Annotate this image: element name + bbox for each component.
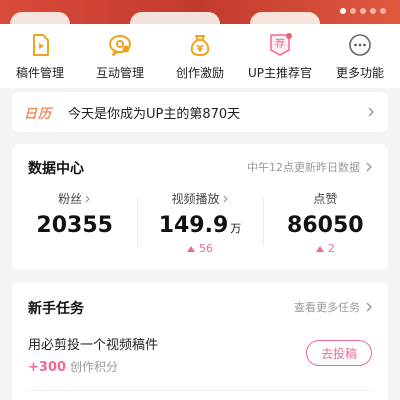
stat-followers[interactable]: 粉丝 20355 xyxy=(12,190,137,262)
stat-delta-value: 2 xyxy=(327,242,335,255)
banner-dot[interactable] xyxy=(340,8,346,14)
banner-pagination[interactable] xyxy=(340,8,386,14)
quick-action-label: 更多功能 xyxy=(335,66,384,80)
quick-action-label: 稿件管理 xyxy=(15,66,64,80)
stat-value-number: 86050 xyxy=(287,213,364,238)
stat-delta: 56 xyxy=(186,242,213,255)
banner-dot[interactable] xyxy=(350,8,356,14)
money-bag-icon xyxy=(187,32,213,58)
stat-label: 视频播放 xyxy=(171,190,228,207)
up-arrow-icon xyxy=(315,245,324,252)
data-center-title: 数据中心 xyxy=(28,161,84,177)
stat-label-text: 视频播放 xyxy=(171,192,220,206)
stats-row: 粉丝 20355 视频播放 149.9 万 56 点赞 86050 2 xyxy=(12,190,388,262)
stat-value-number: 149.9 xyxy=(158,213,229,238)
interaction-icon xyxy=(107,32,133,58)
stat-likes[interactable]: 点赞 86050 2 xyxy=(262,190,388,262)
chevron-right-icon xyxy=(223,195,228,202)
task-reward-label: 创作积分 xyxy=(70,360,119,374)
task-reward: +300 创作积分 xyxy=(28,358,118,375)
calendar-tag: 日历 xyxy=(24,106,53,122)
stat-label-text: 点赞 xyxy=(313,192,338,206)
up-arrow-icon xyxy=(186,245,195,252)
banner-dot[interactable] xyxy=(360,8,366,14)
more-tasks-text: 查看更多任务 xyxy=(294,301,360,314)
banner-cloud-decoration xyxy=(10,12,70,24)
quick-action-interactions[interactable]: 互动管理 xyxy=(80,24,160,88)
chevron-right-icon xyxy=(85,195,91,202)
quick-action-recommender[interactable]: 荐 UP主推荐官 xyxy=(240,24,320,88)
quick-action-label: 创作激励 xyxy=(175,66,224,80)
svg-text:荐: 荐 xyxy=(275,38,285,50)
manuscript-icon xyxy=(27,32,53,58)
quick-action-manuscripts[interactable]: 稿件管理 xyxy=(0,24,80,88)
divider xyxy=(28,390,372,391)
stat-label: 点赞 xyxy=(313,190,337,207)
stat-value: 149.9 万 xyxy=(159,213,242,238)
task-reward-points: +300 xyxy=(28,360,67,375)
banner-cloud-decoration xyxy=(250,12,320,24)
banner-cloud-decoration xyxy=(130,12,220,24)
banner-dot[interactable] xyxy=(370,8,376,14)
quick-action-incentive[interactable]: 创作激励 xyxy=(160,24,240,88)
stat-delta-value: 56 xyxy=(198,242,213,255)
more-tasks-link[interactable]: 查看更多任务 xyxy=(294,299,374,315)
tasks-title: 新手任务 xyxy=(28,301,84,317)
stat-unit: 万 xyxy=(230,222,242,235)
chevron-right-icon xyxy=(366,162,372,172)
stat-value: 86050 xyxy=(287,213,364,238)
quick-action-label: UP主推荐官 xyxy=(247,66,313,80)
stat-label-text: 粉丝 xyxy=(58,192,83,206)
banner-dot[interactable] xyxy=(380,8,386,14)
task-item-title: 用必剪投一个视频稿件 xyxy=(28,338,159,353)
submit-task-button[interactable]: 去投稿 xyxy=(306,340,372,366)
stat-label: 粉丝 xyxy=(58,190,91,207)
chevron-right-icon xyxy=(368,107,374,117)
stat-video-plays[interactable]: 视频播放 149.9 万 56 xyxy=(137,190,262,262)
promo-banner[interactable] xyxy=(0,0,400,24)
stat-value: 20355 xyxy=(36,213,113,238)
more-icon xyxy=(347,32,373,58)
data-center-card: 数据中心 中午12点更新昨日数据 粉丝 20355 视频播放 149.9 万 5… xyxy=(12,144,388,270)
calendar-text: 今天是你成为UP主的第870天 xyxy=(68,106,241,122)
calendar-row[interactable]: 日历 今天是你成为UP主的第870天 xyxy=(12,92,388,132)
quick-actions-bar: 稿件管理 互动管理 创作激励 荐 UP主推荐官 更多功能 xyxy=(0,24,400,88)
chevron-right-icon xyxy=(366,302,372,312)
data-update-note: 中午12点更新昨日数据 xyxy=(247,161,360,174)
stat-delta: 2 xyxy=(315,242,335,255)
stat-value-number: 20355 xyxy=(36,213,113,238)
recommend-badge-icon: 荐 xyxy=(267,32,293,58)
quick-action-label: 互动管理 xyxy=(95,66,144,80)
newbie-tasks-card: 新手任务 查看更多任务 用必剪投一个视频稿件 +300 创作积分 去投稿 xyxy=(12,282,388,400)
data-update-link[interactable]: 中午12点更新昨日数据 xyxy=(247,159,374,175)
quick-action-more[interactable]: 更多功能 xyxy=(320,24,400,88)
